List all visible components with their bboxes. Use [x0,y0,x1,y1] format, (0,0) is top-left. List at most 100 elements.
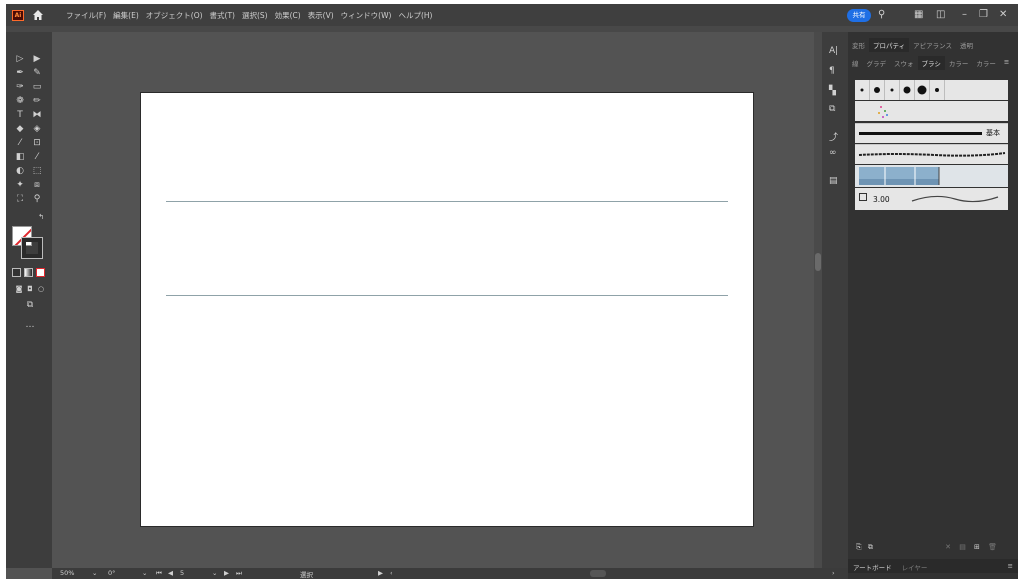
gradient-mode-icon[interactable] [24,268,33,277]
bottom-panel-menu-icon[interactable]: ≡ [1003,559,1018,573]
screen-mode-icon[interactable]: ⧉ [23,300,37,310]
tab-transparency[interactable]: 透明 [956,38,977,52]
menu-object[interactable]: オブジェクト(O) [146,10,203,21]
charcoal-brush-row[interactable] [855,144,1008,164]
workspace-switcher-icon[interactable]: ◫ [936,9,945,21]
menu-effect[interactable]: 効果(C) [275,10,301,21]
options-icon[interactable]: ▤ [959,543,966,551]
close-icon[interactable]: ✕ [999,9,1007,21]
horizontal-scroll-thumb[interactable] [590,570,606,577]
tab-appearance[interactable]: アピアランス [909,38,956,52]
eraser-tool-icon[interactable]: ◆ [13,124,27,134]
status-menu-arrow-icon[interactable]: ▶ [378,569,383,577]
artboard[interactable] [141,93,753,526]
menu-edit[interactable]: 編集(E) [113,10,139,21]
tab-color-guide[interactable]: カラー [972,56,1000,70]
first-artboard-icon[interactable]: ⏮ [156,569,162,578]
brush-library-icon[interactable]: ⎘ [856,543,862,551]
free-transform-icon[interactable]: ⊡ [30,138,44,148]
rotation-dropdown-icon[interactable]: ⌄ [142,569,147,577]
tab-stroke[interactable]: 線 [848,56,863,70]
arrange-documents-icon[interactable]: ▦ [914,9,923,21]
brush-dot[interactable] [930,80,945,100]
library-panel-icon[interactable]: ⧉ [868,543,873,551]
symbol-sprayer-icon[interactable]: ❁ [13,96,27,106]
gradient-tool-icon[interactable]: ◧ [13,152,27,162]
search-icon[interactable]: ⚲ [878,9,885,21]
curvature-tool-icon[interactable]: ✎ [30,68,44,78]
tab-color[interactable]: カラー [945,56,973,70]
guide-line-top[interactable] [166,201,728,202]
brush-options-icon[interactable] [859,193,867,201]
type-tool-icon[interactable]: T [13,110,27,120]
share-button[interactable]: 共有 [847,9,871,22]
minimize-icon[interactable]: – [962,9,967,21]
zoom-tool-icon[interactable]: ⚲ [30,194,44,204]
menu-view[interactable]: 表示(V) [308,10,334,21]
scroll-left-icon[interactable]: ‹ [390,569,393,577]
tab-swatches[interactable]: スウォ [890,56,918,70]
character-panel-icon[interactable]: A| [829,46,838,56]
canvas-area[interactable] [52,32,814,568]
width-tool-icon[interactable]: ⁄ [13,138,27,148]
zoom-level[interactable]: 50% [60,569,74,577]
rectangle-tool-icon[interactable]: ▭ [30,82,44,92]
vertical-scroll-thumb[interactable] [815,253,821,271]
pencil-tool-icon[interactable]: ✏ [30,96,44,106]
tab-transform[interactable]: 変形 [848,38,869,52]
home-icon[interactable] [32,9,44,21]
libraries-panel-icon[interactable]: ▚ [829,86,836,96]
export-panel-icon[interactable]: ⤴ [829,130,838,143]
brush-dot[interactable] [915,80,930,100]
tab-layers[interactable]: レイヤー [897,559,933,573]
artboard-dropdown-icon[interactable]: ⌄ [212,569,217,577]
pen-tool-icon[interactable]: ✒ [13,68,27,78]
last-artboard-icon[interactable]: ⏭ [236,569,242,578]
none-mode-icon[interactable] [36,268,45,277]
next-artboard-icon[interactable]: ▶ [224,569,229,577]
edit-toolbar-icon[interactable]: … [23,320,37,330]
menu-window[interactable]: ウィンドウ(W) [341,10,392,21]
panel-menu-icon[interactable]: ≡ [1000,56,1013,70]
delete-brush-icon[interactable]: 🗑 [988,543,997,551]
guide-line-bottom[interactable] [166,295,728,296]
blob-brush-icon[interactable]: ✑ [13,82,27,92]
asset-export-icon[interactable]: ⧉ [829,104,835,114]
menu-help[interactable]: ヘルプ(H) [398,10,432,21]
scroll-right-icon[interactable]: › [832,569,835,577]
reflect-tool-icon[interactable]: ⧓ [30,110,44,120]
brush-texture-row[interactable] [855,101,1008,121]
draw-inside-icon[interactable]: ○ [34,284,48,294]
menu-type[interactable]: 書式(T) [210,10,235,21]
swap-fill-stroke-icon[interactable]: ↰ [34,212,48,222]
vertical-scrollbar[interactable] [814,32,822,568]
tab-gradient[interactable]: グラデ [863,56,891,70]
confetti-brush-icon[interactable] [855,101,895,121]
brush-dot[interactable] [870,80,885,100]
direct-selection-tool-icon[interactable]: ▶ [30,54,44,64]
brush-dot[interactable] [900,80,915,100]
links-panel-icon[interactable]: ∞ [829,148,837,158]
paragraph-panel-icon[interactable]: ¶ [829,66,835,76]
shape-builder-icon[interactable]: ◈ [30,124,44,134]
brush-dot[interactable] [855,80,870,100]
live-paint-icon[interactable]: ⬚ [30,166,44,176]
zoom-dropdown-icon[interactable]: ⌄ [92,569,97,577]
tab-artboards[interactable]: アートボード [848,559,897,573]
rotation-value[interactable]: 0° [108,569,115,577]
tab-brushes[interactable]: ブラシ [917,56,945,70]
blend-tool-icon[interactable]: ◐ [13,166,27,176]
pin-tool-icon[interactable]: ✦ [13,180,27,190]
basic-brush-row[interactable]: 基本 [855,123,1008,143]
pattern-brush-row[interactable] [855,165,1008,187]
menu-select[interactable]: 選択(S) [242,10,268,21]
artboard-number[interactable]: 5 [180,569,184,577]
color-mode-icon[interactable] [12,268,21,277]
new-brush-icon[interactable]: ⊞ [974,543,980,551]
stroke-size-row[interactable]: 3.00 [855,188,1008,210]
hand-tool-icon[interactable]: ⛶ [13,194,27,204]
tab-properties[interactable]: プロパティ [869,38,910,52]
brush-dot[interactable] [885,80,900,100]
eyedropper-tool-icon[interactable]: ⁄ [30,152,44,162]
align-panel-icon[interactable]: ▤ [829,176,838,186]
